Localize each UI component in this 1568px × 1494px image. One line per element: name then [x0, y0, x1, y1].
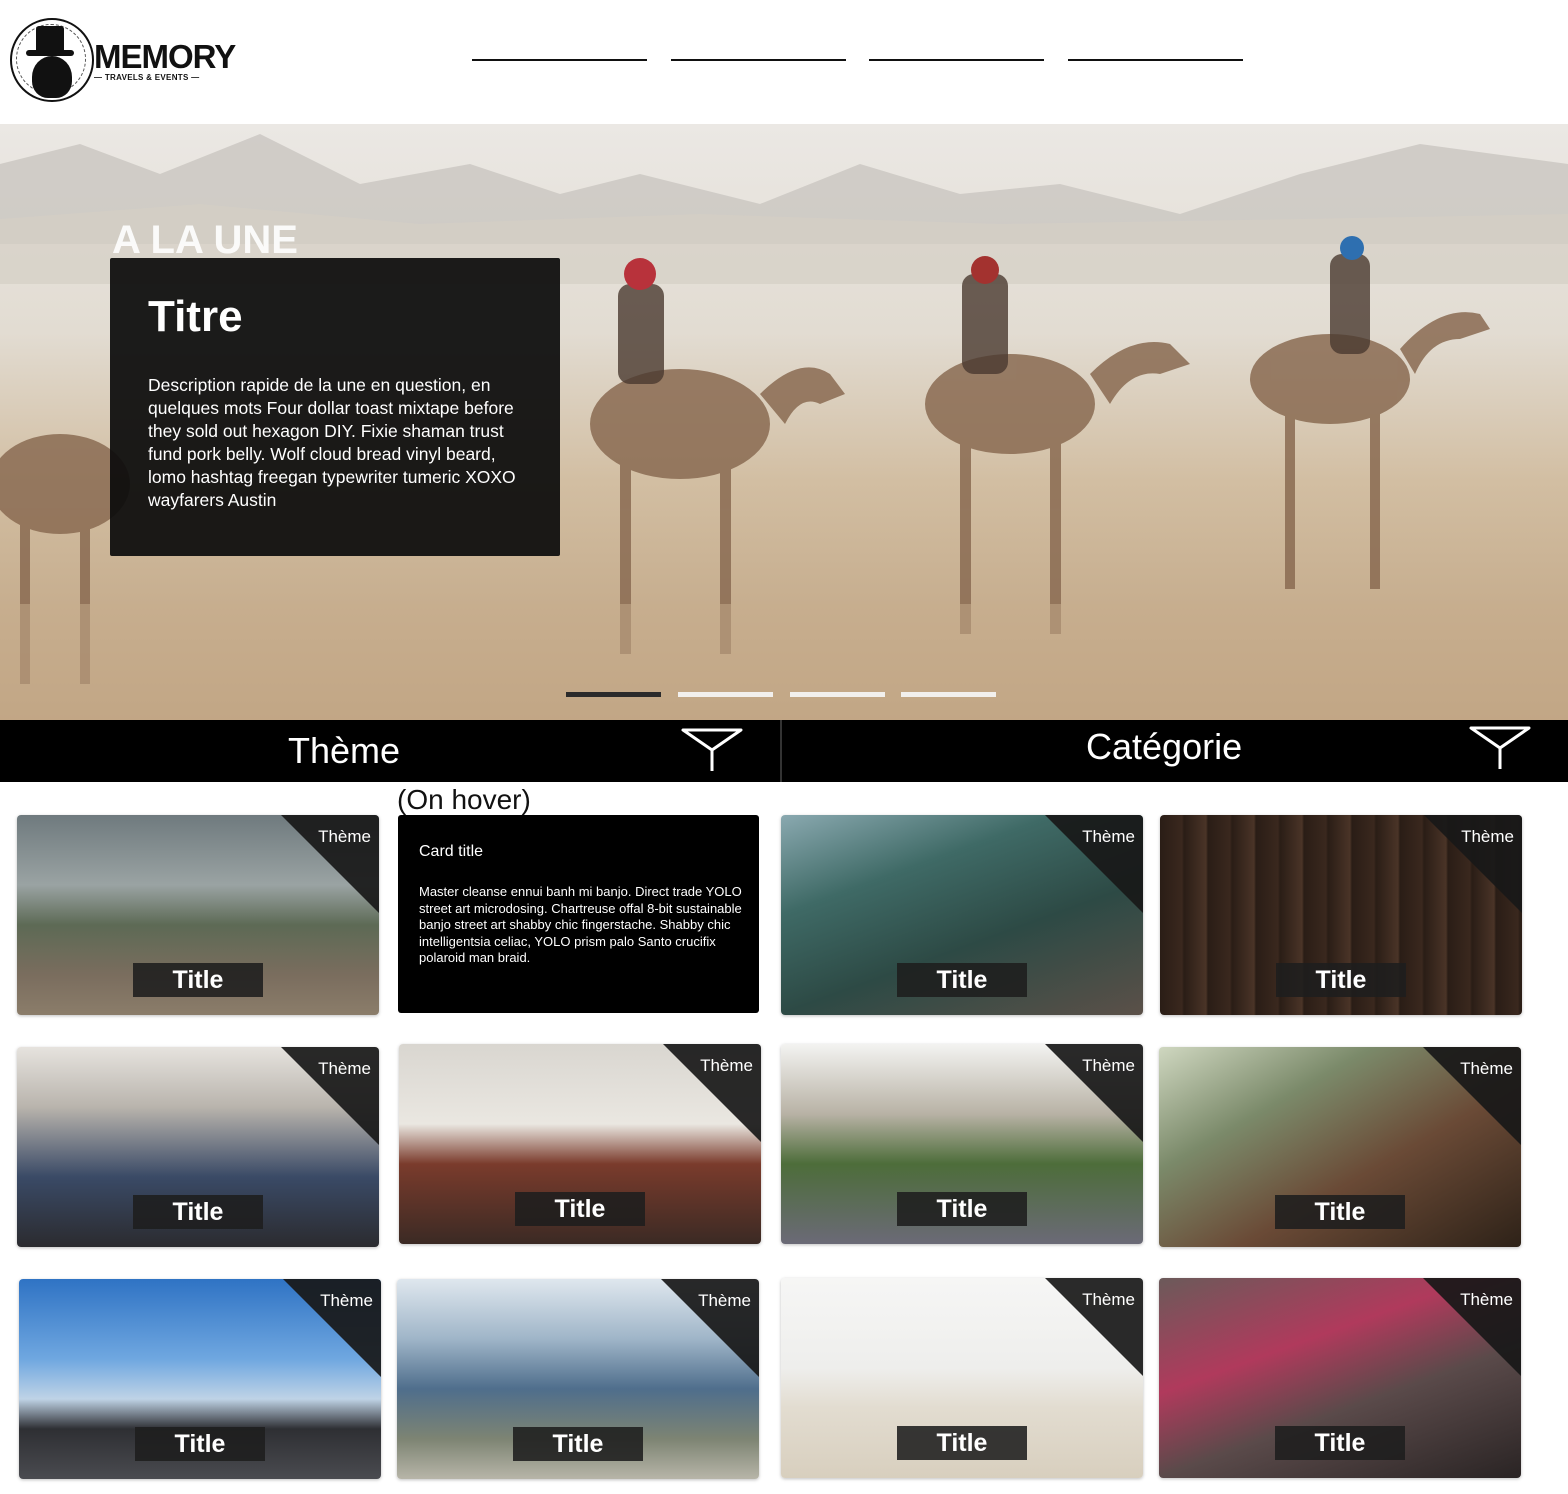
memory-logo[interactable]: MEMORY — TRAVELS & EVENTS —: [10, 18, 236, 102]
funnel-filter-icon[interactable]: [1469, 726, 1531, 770]
content-card[interactable]: Thème Title: [17, 815, 379, 1015]
card-title: Title: [897, 1192, 1027, 1226]
card-theme-label: Thème: [318, 1059, 371, 1078]
content-card[interactable]: Thème Title: [399, 1044, 761, 1244]
card-title: Title: [133, 963, 263, 997]
content-card[interactable]: Thème Title: [781, 1044, 1143, 1244]
card-theme-label: Thème: [1460, 1059, 1513, 1078]
carousel-dot-3[interactable]: [790, 692, 885, 697]
card-theme-label: Thème: [318, 827, 371, 846]
card-title: Title: [897, 963, 1027, 997]
funnel-filter-icon[interactable]: [681, 728, 743, 772]
carousel-dot-2[interactable]: [678, 692, 773, 697]
card-title: Title: [1275, 1426, 1405, 1460]
card-title: Title: [1275, 1195, 1405, 1229]
nav-item-1[interactable]: [472, 59, 647, 61]
card-title: Title: [1276, 963, 1406, 997]
card-theme-label: Thème: [1082, 1056, 1135, 1075]
theme-filter-bar[interactable]: Thème: [0, 720, 780, 782]
hover-state-note: (On hover): [397, 784, 531, 815]
content-card[interactable]: Thème Title: [397, 1279, 759, 1479]
logo-tagline: — TRAVELS & EVENTS —: [94, 73, 200, 82]
logo-emblem: [10, 18, 94, 102]
card-title: Title: [133, 1195, 263, 1229]
content-card[interactable]: Thème Title: [1159, 1047, 1521, 1247]
card-theme-label: Thème: [700, 1056, 753, 1075]
logo-wordmark: MEMORY: [94, 38, 236, 75]
nav-item-2[interactable]: [671, 59, 846, 61]
card-title: Title: [513, 1427, 643, 1461]
card-title: Title: [135, 1427, 265, 1461]
card-hover-state[interactable]: Card title Master cleanse ennui banh mi …: [398, 815, 759, 1013]
carousel-dot-1[interactable]: [566, 692, 661, 697]
card-theme-label: Thème: [320, 1291, 373, 1310]
hero-card-title: Titre: [148, 292, 243, 341]
category-filter-bar[interactable]: Catégorie: [782, 720, 1568, 782]
hero-card-description: Description rapide de la une en question…: [148, 375, 516, 510]
card-title: Title: [897, 1426, 1027, 1460]
content-card[interactable]: Thème Title: [1160, 815, 1522, 1015]
hero-section-label: A LA UNE: [112, 218, 298, 262]
nav-item-4[interactable]: [1068, 59, 1243, 61]
content-card[interactable]: Thème Title: [781, 815, 1143, 1015]
card-theme-label: Thème: [1082, 1290, 1135, 1309]
card-theme-label: Thème: [1460, 1290, 1513, 1309]
carousel-dot-4[interactable]: [901, 692, 996, 697]
card-theme-label: Thème: [1082, 827, 1135, 846]
category-filter-label: Catégorie: [1086, 726, 1243, 767]
theme-filter-label: Thème: [288, 730, 401, 771]
content-card[interactable]: Thème Title: [1159, 1278, 1521, 1478]
card-theme-label: Thème: [1461, 827, 1514, 846]
hover-card-title: Card title: [419, 843, 484, 860]
hero-feature-card[interactable]: Titre Description rapide de la une en qu…: [110, 258, 560, 556]
hover-card-text: Master cleanse ennui banh mi banjo. Dire…: [419, 884, 742, 965]
card-title: Title: [515, 1192, 645, 1226]
content-card[interactable]: Thème Title: [781, 1278, 1143, 1478]
content-card[interactable]: Thème Title: [19, 1279, 381, 1479]
content-card[interactable]: Thème Title: [17, 1047, 379, 1247]
card-theme-label: Thème: [698, 1291, 751, 1310]
nav-item-3[interactable]: [869, 59, 1044, 61]
